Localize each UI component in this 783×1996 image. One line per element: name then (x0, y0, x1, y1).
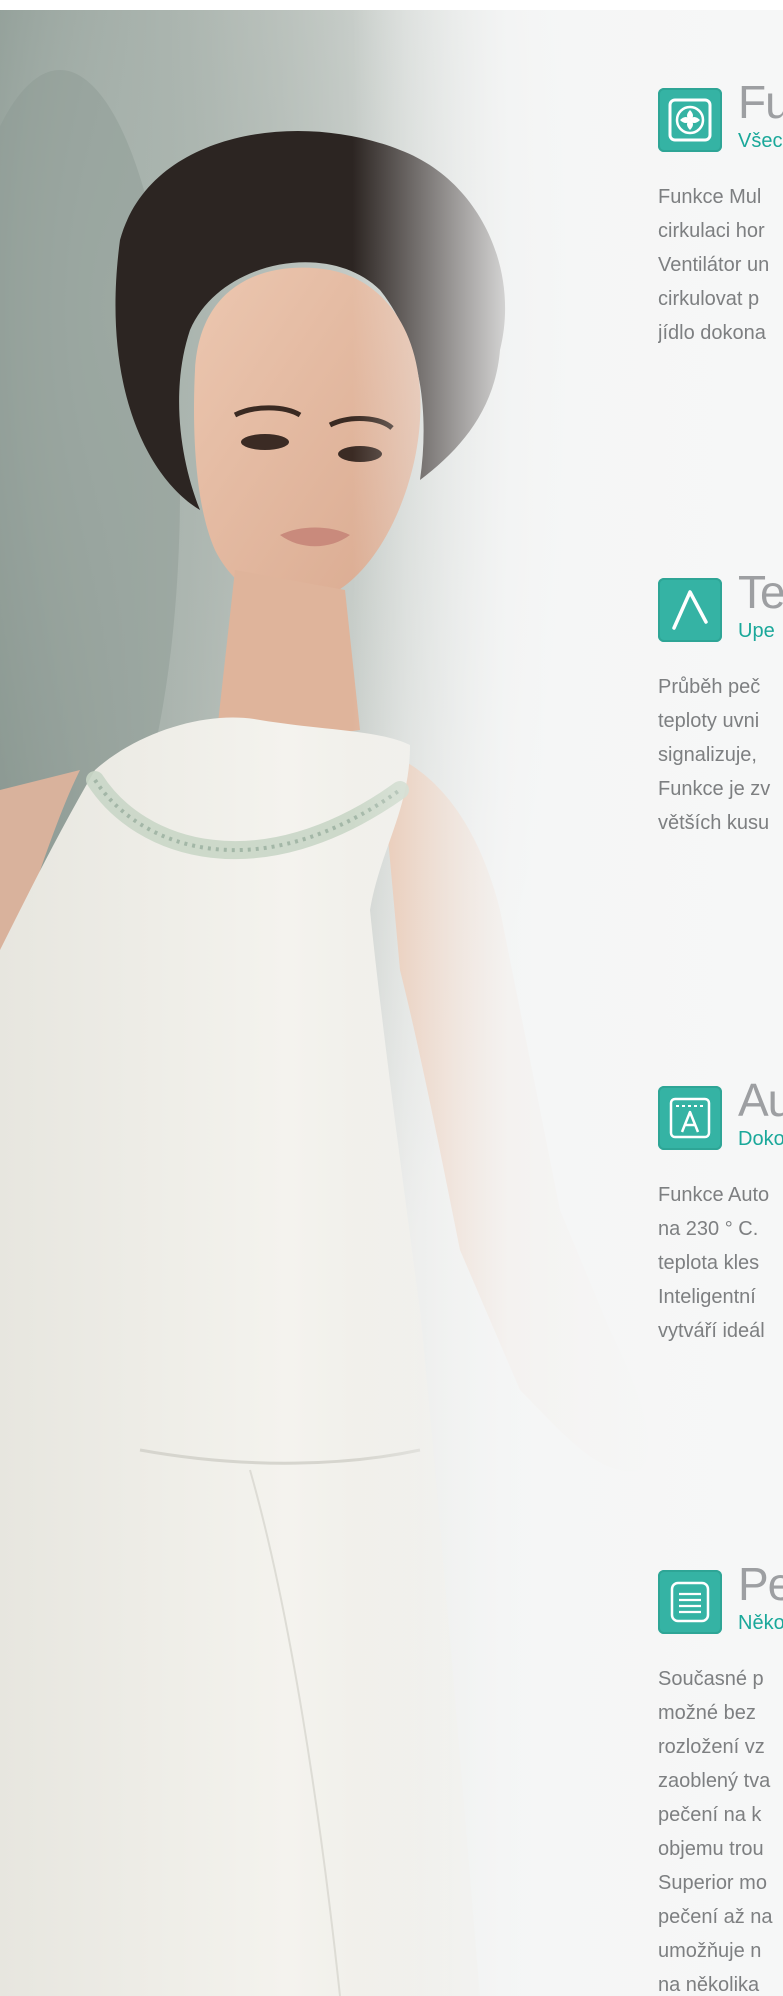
feature-text-line: vytváří ideál (658, 1320, 765, 1342)
feature-subtitle: Všec (738, 130, 783, 152)
auto-roast-icon (658, 1086, 722, 1150)
feature-text-line: objemu trou (658, 1838, 764, 1860)
feature-text-line: Superior mo (658, 1872, 767, 1894)
feature-title: Pe (738, 1558, 783, 1610)
feature-text-line: Průběh peč (658, 676, 761, 698)
feature-text-line: jídlo dokona (658, 322, 766, 344)
feature-text-line: na 230 ° C. (658, 1218, 759, 1240)
fan-circulation-icon (658, 88, 722, 152)
feature-auto-roast: Au Doko Funkce Auto na 230 ° C. teplota … (658, 1074, 783, 1386)
feature-text-line: na několika (658, 1974, 760, 1996)
feature-text-line: teplota kles (658, 1252, 760, 1274)
feature-subtitle: Doko (738, 1128, 783, 1150)
feature-text-line: pečení na k (658, 1804, 762, 1826)
multi-level-baking-icon (658, 1570, 722, 1634)
feature-text-line: teploty uvni (658, 710, 760, 732)
feature-text-line: Ventilátor un (658, 254, 770, 276)
feature-text-line: signalizuje, (658, 744, 757, 766)
feature-text-line: pečení až na (658, 1906, 773, 1928)
feature-description: Funkce Mul cirkulaci hor Ventilátor un c… (658, 180, 783, 350)
feature-multi-circulation: Fu Všec Funkce Mul cirkulaci hor Ventilá… (658, 76, 783, 388)
feature-text-line: Inteligentní (658, 1286, 756, 1308)
feature-text-line: Funkce Auto (658, 1184, 770, 1206)
feature-title: Fu (738, 76, 783, 128)
feature-title: Tep (738, 566, 783, 618)
feature-temperature-profile: Tep Upe Průběh peč teploty uvni signaliz… (658, 566, 783, 878)
feature-description: Funkce Auto na 230 ° C. teplota kles Int… (658, 1178, 783, 1348)
feature-text-line: umožňuje n (658, 1940, 762, 1962)
feature-subtitle: Upe (738, 620, 775, 642)
feature-multi-level-baking: Pe Něko Současné p možné bez rozložení v… (658, 1558, 783, 1996)
feature-text-line: možné bez (658, 1702, 756, 1724)
top-strip (0, 0, 783, 10)
feature-text-line: Funkce je zv (658, 778, 771, 800)
feature-text-line: Funkce Mul (658, 186, 762, 208)
temperature-curve-icon (658, 578, 722, 642)
feature-text-line: rozložení vz (658, 1736, 765, 1758)
feature-text-line: cirkulovat p (658, 288, 760, 310)
feature-description: Současné p možné bez rozložení vz zaoble… (658, 1662, 783, 1996)
feature-subtitle: Něko (738, 1612, 783, 1634)
feature-title: Au (738, 1074, 783, 1126)
feature-description: Průběh peč teploty uvni signalizuje, Fun… (658, 670, 783, 840)
feature-text-line: Současné p (658, 1668, 764, 1690)
feature-text-line: cirkulaci hor (658, 220, 765, 242)
feature-text-line: větších kusu (658, 812, 770, 834)
feature-text-line: zaoblený tva (658, 1770, 771, 1792)
